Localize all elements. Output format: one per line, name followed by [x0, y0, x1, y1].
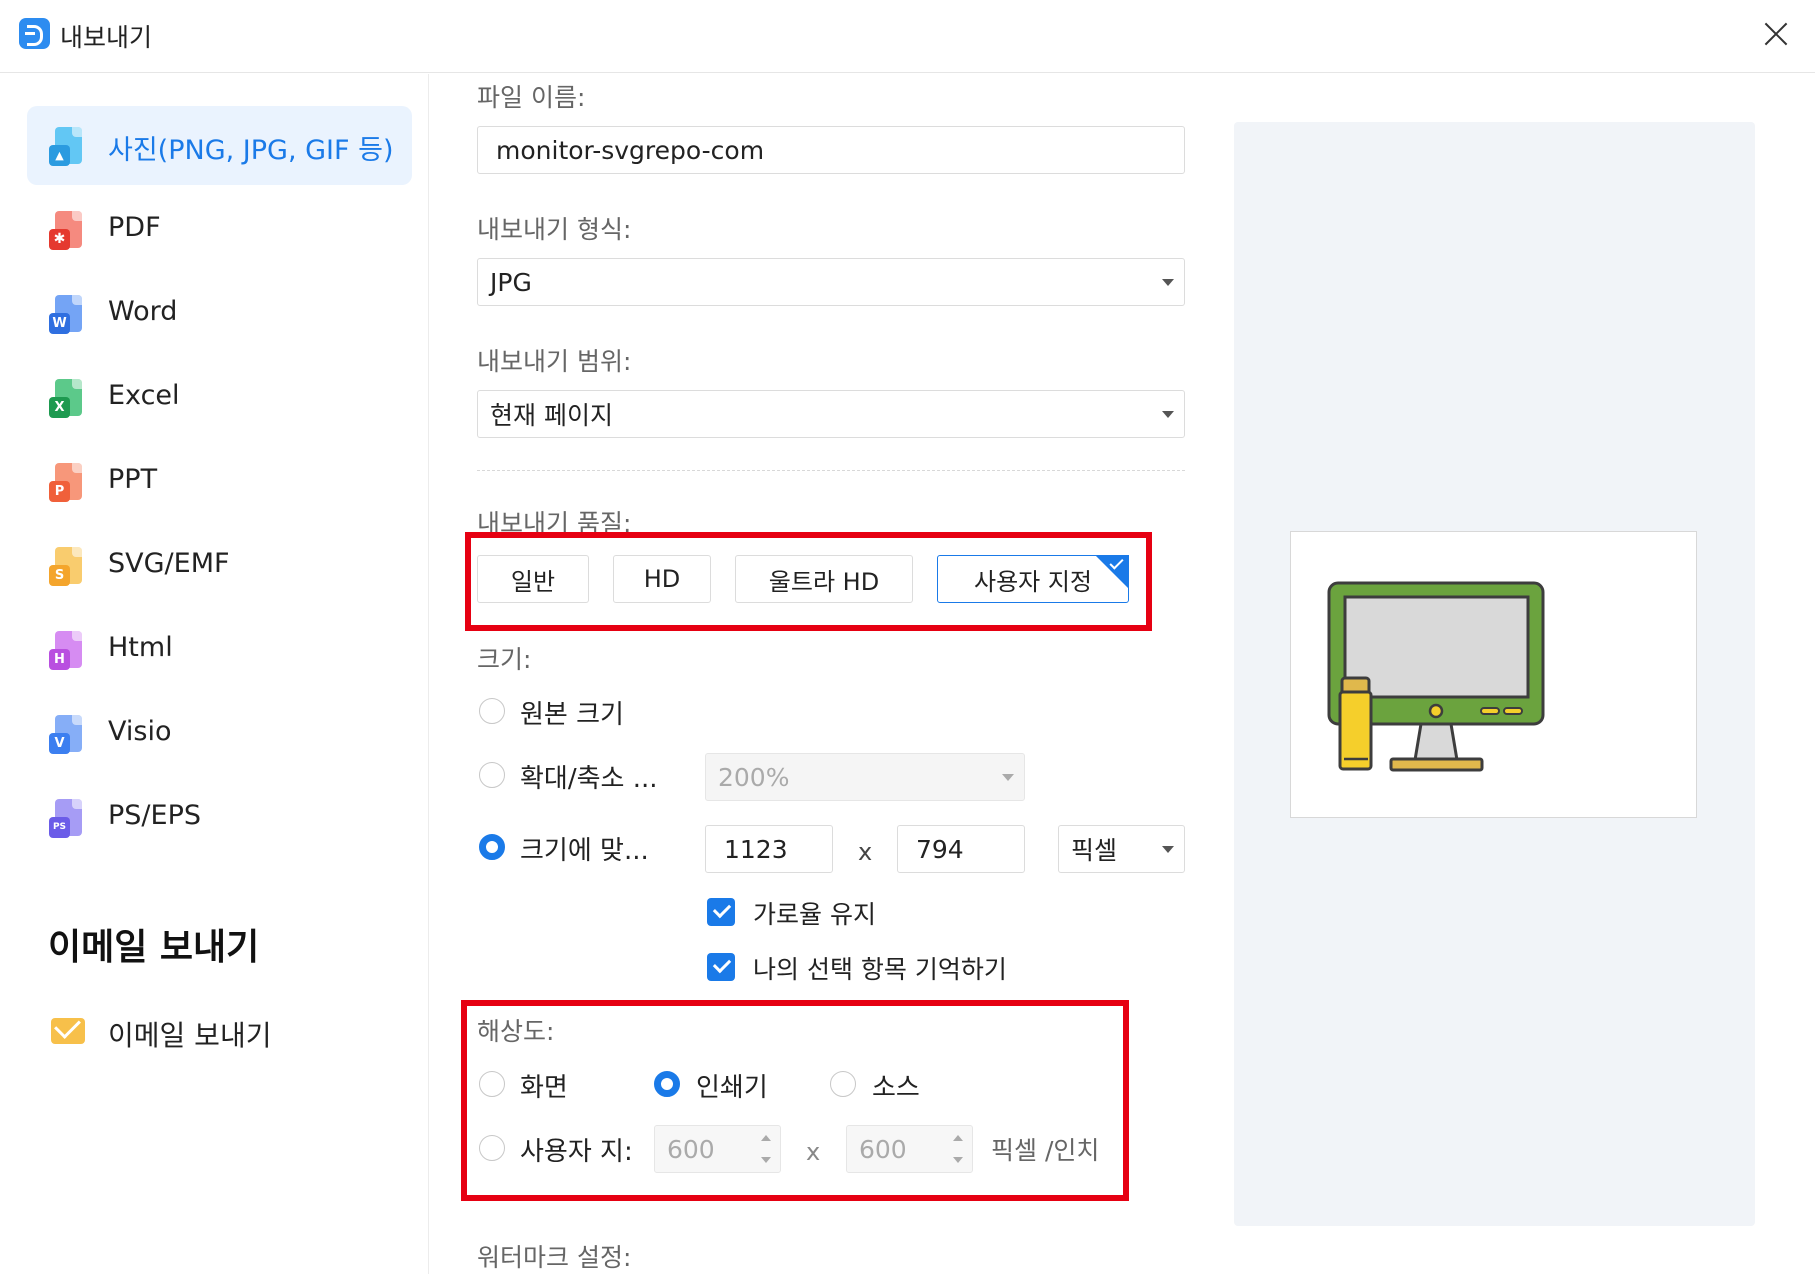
chevron-down-icon	[1162, 846, 1174, 853]
divider	[477, 470, 1185, 471]
sidebar-item-label: Html	[108, 632, 173, 663]
height-input[interactable]: 794	[897, 825, 1025, 873]
sidebar-item-label: Word	[108, 296, 178, 327]
spin-down-icon[interactable]	[761, 1157, 771, 1163]
res-printer-label: 인쇄기	[696, 1073, 768, 1103]
quality-custom-button[interactable]: 사용자 지정	[937, 555, 1129, 603]
ps-file-icon: PS	[49, 799, 82, 839]
format-label: 내보내기 형식:	[477, 215, 632, 244]
quality-normal-button[interactable]: 일반	[477, 555, 589, 603]
res-custom-label: 사용자 지:	[520, 1137, 633, 1167]
res-unit-label: 픽셀 /인치	[991, 1136, 1100, 1165]
unit-select[interactable]: 픽셀	[1058, 825, 1185, 873]
size-label: 크기:	[477, 645, 532, 674]
envelope-icon	[51, 1018, 85, 1044]
sidebar-item-svg[interactable]: S SVG/EMF	[27, 526, 412, 605]
spin-up-icon[interactable]	[953, 1135, 963, 1141]
quality-custom-label: 사용자 지정	[973, 567, 1093, 596]
resolution-label: 해상도:	[477, 1017, 555, 1046]
sidebar-item-label: PS/EPS	[108, 800, 201, 831]
size-scale-label: 확대/축소 ...	[520, 764, 658, 794]
email-section-heading: 이메일 보내기	[48, 927, 260, 968]
close-icon[interactable]	[1758, 16, 1794, 52]
chevron-down-icon	[1162, 279, 1174, 286]
html-file-icon: H	[49, 631, 82, 671]
range-select[interactable]: 현재 페이지	[477, 390, 1185, 438]
quality-hd-button[interactable]: HD	[613, 555, 711, 603]
sidebar-item-ps-eps[interactable]: PS PS/EPS	[27, 778, 412, 857]
sidebar-item-label: Visio	[108, 716, 172, 747]
sidebar-item-label: Excel	[108, 380, 180, 411]
remember-checkbox[interactable]	[707, 953, 735, 981]
unit-value: 픽셀	[1071, 836, 1118, 865]
size-scale-radio[interactable]	[479, 762, 505, 788]
export-format-sidebar: ▲ 사진(PNG, JPG, GIF 등) ✱ PDF W Word X Exc…	[0, 74, 429, 1274]
spin-up-icon[interactable]	[761, 1135, 771, 1141]
range-label: 내보내기 범위:	[477, 347, 632, 376]
size-times-sign: x	[858, 838, 873, 866]
keep-ratio-checkbox[interactable]	[707, 898, 735, 926]
sidebar-item-visio[interactable]: V Visio	[27, 694, 412, 773]
sidebar-item-label: 이메일 보내기	[108, 1019, 272, 1052]
app-logo-icon	[19, 18, 50, 49]
res-x-input[interactable]: 600	[654, 1125, 781, 1173]
sidebar-item-label: PPT	[108, 464, 158, 495]
size-fit-label: 크기에 맞...	[520, 836, 649, 866]
svg-file-icon: S	[49, 547, 82, 587]
sidebar-item-ppt[interactable]: P PPT	[27, 442, 412, 521]
size-original-label: 원본 크기	[520, 700, 624, 730]
visio-file-icon: V	[49, 715, 82, 755]
chevron-down-icon	[1002, 774, 1014, 781]
scale-select[interactable]: 200%	[705, 753, 1025, 801]
remember-label: 나의 선택 항목 기억하기	[753, 955, 1007, 984]
res-times-sign: x	[806, 1138, 821, 1166]
quality-label: 내보내기 품질:	[477, 509, 632, 538]
pdf-file-icon: ✱	[49, 211, 82, 251]
sidebar-item-image[interactable]: ▲ 사진(PNG, JPG, GIF 등)	[27, 106, 412, 185]
res-source-label: 소스	[872, 1073, 920, 1103]
title-bar: 내보내기	[0, 0, 1815, 73]
monitor-icon	[1327, 581, 1545, 772]
excel-file-icon: X	[49, 379, 82, 419]
res-custom-radio[interactable]	[479, 1135, 505, 1161]
res-printer-radio[interactable]	[654, 1071, 680, 1097]
filename-input[interactable]: monitor-svgrepo-com	[477, 126, 1185, 174]
sidebar-item-label: PDF	[108, 212, 161, 243]
sidebar-item-html[interactable]: H Html	[27, 610, 412, 689]
res-x-value: 600	[667, 1134, 715, 1164]
range-value: 현재 페이지	[490, 401, 613, 430]
preview-card	[1290, 531, 1697, 818]
watermark-label: 워터마크 설정:	[477, 1243, 632, 1272]
window-title: 내보내기	[60, 23, 153, 52]
sidebar-item-word[interactable]: W Word	[27, 274, 412, 353]
chevron-down-icon	[1162, 411, 1174, 418]
res-y-value: 600	[859, 1134, 907, 1164]
ppt-file-icon: P	[49, 463, 82, 503]
width-input[interactable]: 1123	[705, 825, 833, 873]
image-file-icon: ▲	[49, 127, 82, 167]
size-original-radio[interactable]	[479, 698, 505, 724]
res-screen-radio[interactable]	[479, 1071, 505, 1097]
res-source-radio[interactable]	[830, 1071, 856, 1097]
res-y-input[interactable]: 600	[846, 1125, 973, 1173]
format-value: JPG	[490, 267, 532, 297]
size-fit-radio[interactable]	[479, 834, 505, 860]
sidebar-item-label: SVG/EMF	[108, 548, 230, 579]
quality-ultra-hd-button[interactable]: 울트라 HD	[735, 555, 913, 603]
spin-down-icon[interactable]	[953, 1157, 963, 1163]
sidebar-item-excel[interactable]: X Excel	[27, 358, 412, 437]
filename-label: 파일 이름:	[477, 83, 586, 112]
word-file-icon: W	[49, 295, 82, 335]
format-select[interactable]: JPG	[477, 258, 1185, 306]
keep-ratio-label: 가로율 유지	[753, 900, 876, 929]
sidebar-item-email[interactable]: 이메일 보내기	[27, 996, 412, 1066]
sidebar-item-label: 사진(PNG, JPG, GIF 등)	[108, 135, 394, 166]
res-screen-label: 화면	[520, 1073, 568, 1103]
sidebar-item-pdf[interactable]: ✱ PDF	[27, 190, 412, 269]
scale-value: 200%	[718, 762, 790, 792]
